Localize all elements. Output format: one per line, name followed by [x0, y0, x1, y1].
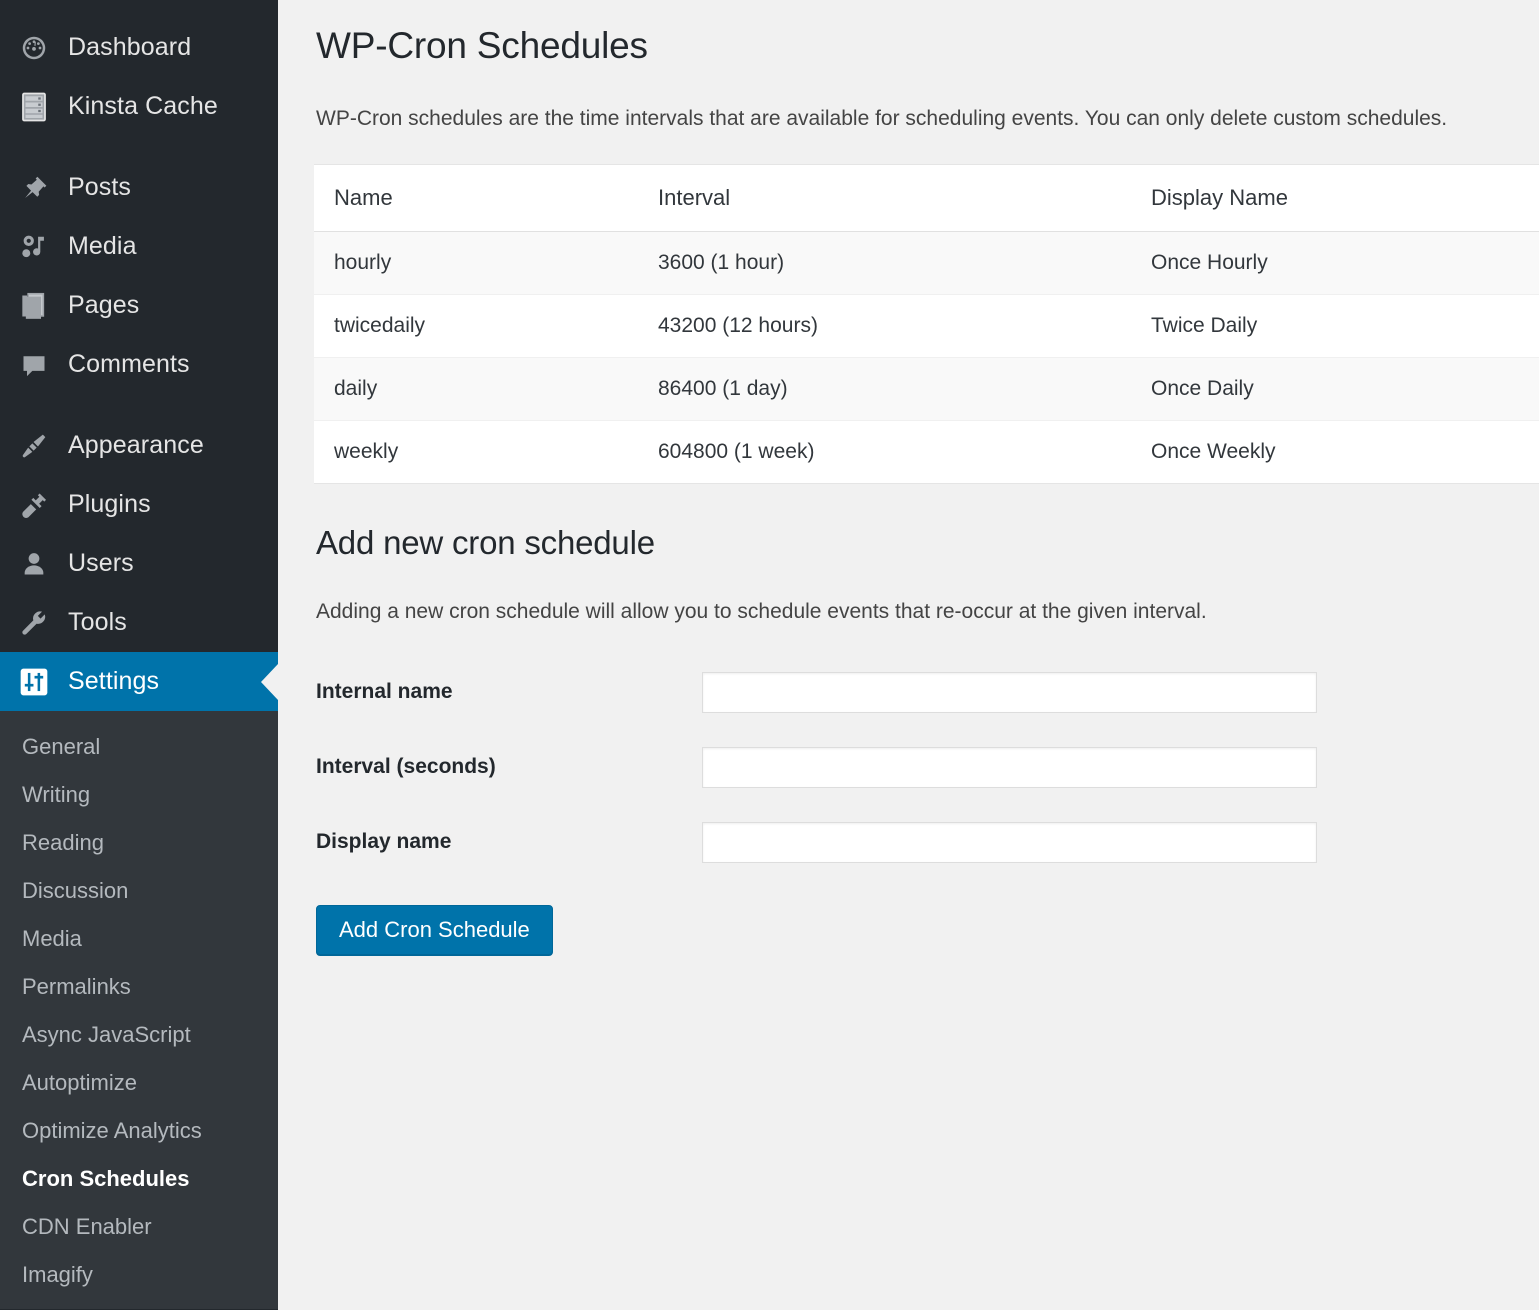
cell-display-name: Once Hourly	[1131, 231, 1539, 294]
label-internal-name: Internal name	[316, 680, 702, 704]
sidebar-item-plugins[interactable]: Plugins	[0, 475, 278, 534]
page-intro-text: WP-Cron schedules are the time intervals…	[316, 104, 1539, 133]
plug-icon	[16, 487, 52, 523]
form-row-internal-name: Internal name	[316, 672, 1539, 713]
form-fields: Internal name Interval (seconds) Display n…	[316, 672, 1539, 863]
sidebar-separator	[0, 394, 278, 416]
sidebar-item-label: Appearance	[68, 433, 204, 458]
cell-interval: 3600 (1 hour)	[638, 231, 1131, 294]
submenu-item-reading[interactable]: Reading	[0, 819, 278, 867]
table-row: hourly3600 (1 hour)Once Hourly	[314, 231, 1539, 294]
submenu-item-writing[interactable]: Writing	[0, 771, 278, 819]
sidebar-item-users[interactable]: Users	[0, 534, 278, 593]
cell-name: weekly	[314, 420, 638, 483]
table-header: Name Interval Display Name	[314, 164, 1539, 231]
admin-sidebar: Dashboard Kinsta Cache	[0, 0, 278, 1310]
column-header-interval: Interval	[638, 164, 1131, 231]
sidebar-item-comments[interactable]: Comments	[0, 335, 278, 394]
cell-interval: 604800 (1 week)	[638, 420, 1131, 483]
sidebar-item-label: Users	[68, 551, 134, 576]
add-schedule-description: Adding a new cron schedule will allow yo…	[316, 600, 1539, 624]
sidebar-item-media[interactable]: Media	[0, 217, 278, 276]
table-row: weekly604800 (1 week)Once Weekly	[314, 420, 1539, 483]
cell-name: daily	[314, 357, 638, 420]
submenu-item-media[interactable]: Media	[0, 915, 278, 963]
input-internal-name[interactable]	[702, 672, 1317, 713]
paintbrush-icon	[16, 428, 52, 464]
sidebar-separator	[0, 136, 278, 158]
cell-display-name: Once Daily	[1131, 357, 1539, 420]
table-row: daily86400 (1 day)Once Daily	[314, 357, 1539, 420]
table-header-row: Name Interval Display Name	[314, 164, 1539, 231]
comment-bubble-icon	[16, 347, 52, 383]
user-icon	[16, 546, 52, 582]
main-content: WP-Cron Schedules WP-Cron schedules are …	[278, 0, 1539, 1310]
sidebar-item-dashboard[interactable]: Dashboard	[0, 18, 278, 77]
form-row-display-name: Display name	[316, 822, 1539, 863]
submenu-item-discussion[interactable]: Discussion	[0, 867, 278, 915]
cell-interval: 43200 (12 hours)	[638, 294, 1131, 357]
cell-interval: 86400 (1 day)	[638, 357, 1131, 420]
submenu-item-permalinks[interactable]: Permalinks	[0, 963, 278, 1011]
server-stack-icon	[16, 89, 52, 125]
submenu-item-cdn-enabler[interactable]: CDN Enabler	[0, 1203, 278, 1251]
add-schedule-title: Add new cron schedule	[316, 524, 1539, 562]
sidebar-item-label: Settings	[68, 669, 159, 694]
cell-name: hourly	[314, 231, 638, 294]
cell-display-name: Twice Daily	[1131, 294, 1539, 357]
pages-icon	[16, 288, 52, 324]
sidebar-item-settings[interactable]: Settings	[0, 652, 278, 711]
sidebar-item-label: Media	[68, 234, 137, 259]
sidebar-item-kinsta-cache[interactable]: Kinsta Cache	[0, 77, 278, 136]
submenu-item-cron-schedules[interactable]: Cron Schedules	[0, 1155, 278, 1203]
table-row: twicedaily43200 (12 hours)Twice Daily	[314, 294, 1539, 357]
add-cron-schedule-form: Internal name Interval (seconds) Display n…	[316, 672, 1539, 955]
dashboard-icon	[16, 30, 52, 66]
sidebar-top-group: Dashboard Kinsta Cache	[0, 0, 278, 711]
sidebar-item-label: Comments	[68, 352, 190, 377]
submenu-item-optimize-analytics[interactable]: Optimize Analytics	[0, 1107, 278, 1155]
sidebar-item-label: Tools	[68, 610, 127, 635]
sidebar-item-tools[interactable]: Tools	[0, 593, 278, 652]
label-interval-seconds: Interval (seconds)	[316, 755, 702, 779]
page-title: WP-Cron Schedules	[316, 24, 1539, 68]
pin-icon	[16, 170, 52, 206]
input-display-name[interactable]	[702, 822, 1317, 863]
wrench-icon	[16, 605, 52, 641]
sidebar-item-label: Pages	[68, 293, 139, 318]
label-display-name: Display name	[316, 830, 702, 854]
sidebar-item-posts[interactable]: Posts	[0, 158, 278, 217]
sidebar-item-label: Posts	[68, 175, 131, 200]
cron-schedules-table: Name Interval Display Name hourly3600 (1…	[314, 164, 1539, 484]
submenu-item-async-javascript[interactable]: Async JavaScript	[0, 1011, 278, 1059]
media-icon	[16, 229, 52, 265]
sidebar-item-label: Dashboard	[68, 35, 191, 60]
input-interval-seconds[interactable]	[702, 747, 1317, 788]
form-row-interval-seconds: Interval (seconds)	[316, 747, 1539, 788]
cell-display-name: Once Weekly	[1131, 420, 1539, 483]
add-cron-schedule-button[interactable]: Add Cron Schedule	[316, 905, 553, 955]
sidebar-item-label: Kinsta Cache	[68, 94, 218, 119]
sidebar-item-label: Plugins	[68, 492, 151, 517]
submenu-item-autoptimize[interactable]: Autoptimize	[0, 1059, 278, 1107]
submenu-item-imagify[interactable]: Imagify	[0, 1251, 278, 1299]
admin-page: Dashboard Kinsta Cache	[0, 0, 1539, 1310]
sidebar-item-appearance[interactable]: Appearance	[0, 416, 278, 475]
sidebar-item-pages[interactable]: Pages	[0, 276, 278, 335]
column-header-name: Name	[314, 164, 638, 231]
column-header-display-name: Display Name	[1131, 164, 1539, 231]
table-body: hourly3600 (1 hour)Once Hourlytwicedaily…	[314, 231, 1539, 483]
settings-submenu: GeneralWritingReadingDiscussionMediaPerm…	[0, 711, 278, 1309]
sliders-icon	[16, 664, 52, 700]
submenu-item-general[interactable]: General	[0, 723, 278, 771]
active-menu-arrow-icon	[261, 664, 278, 700]
cell-name: twicedaily	[314, 294, 638, 357]
